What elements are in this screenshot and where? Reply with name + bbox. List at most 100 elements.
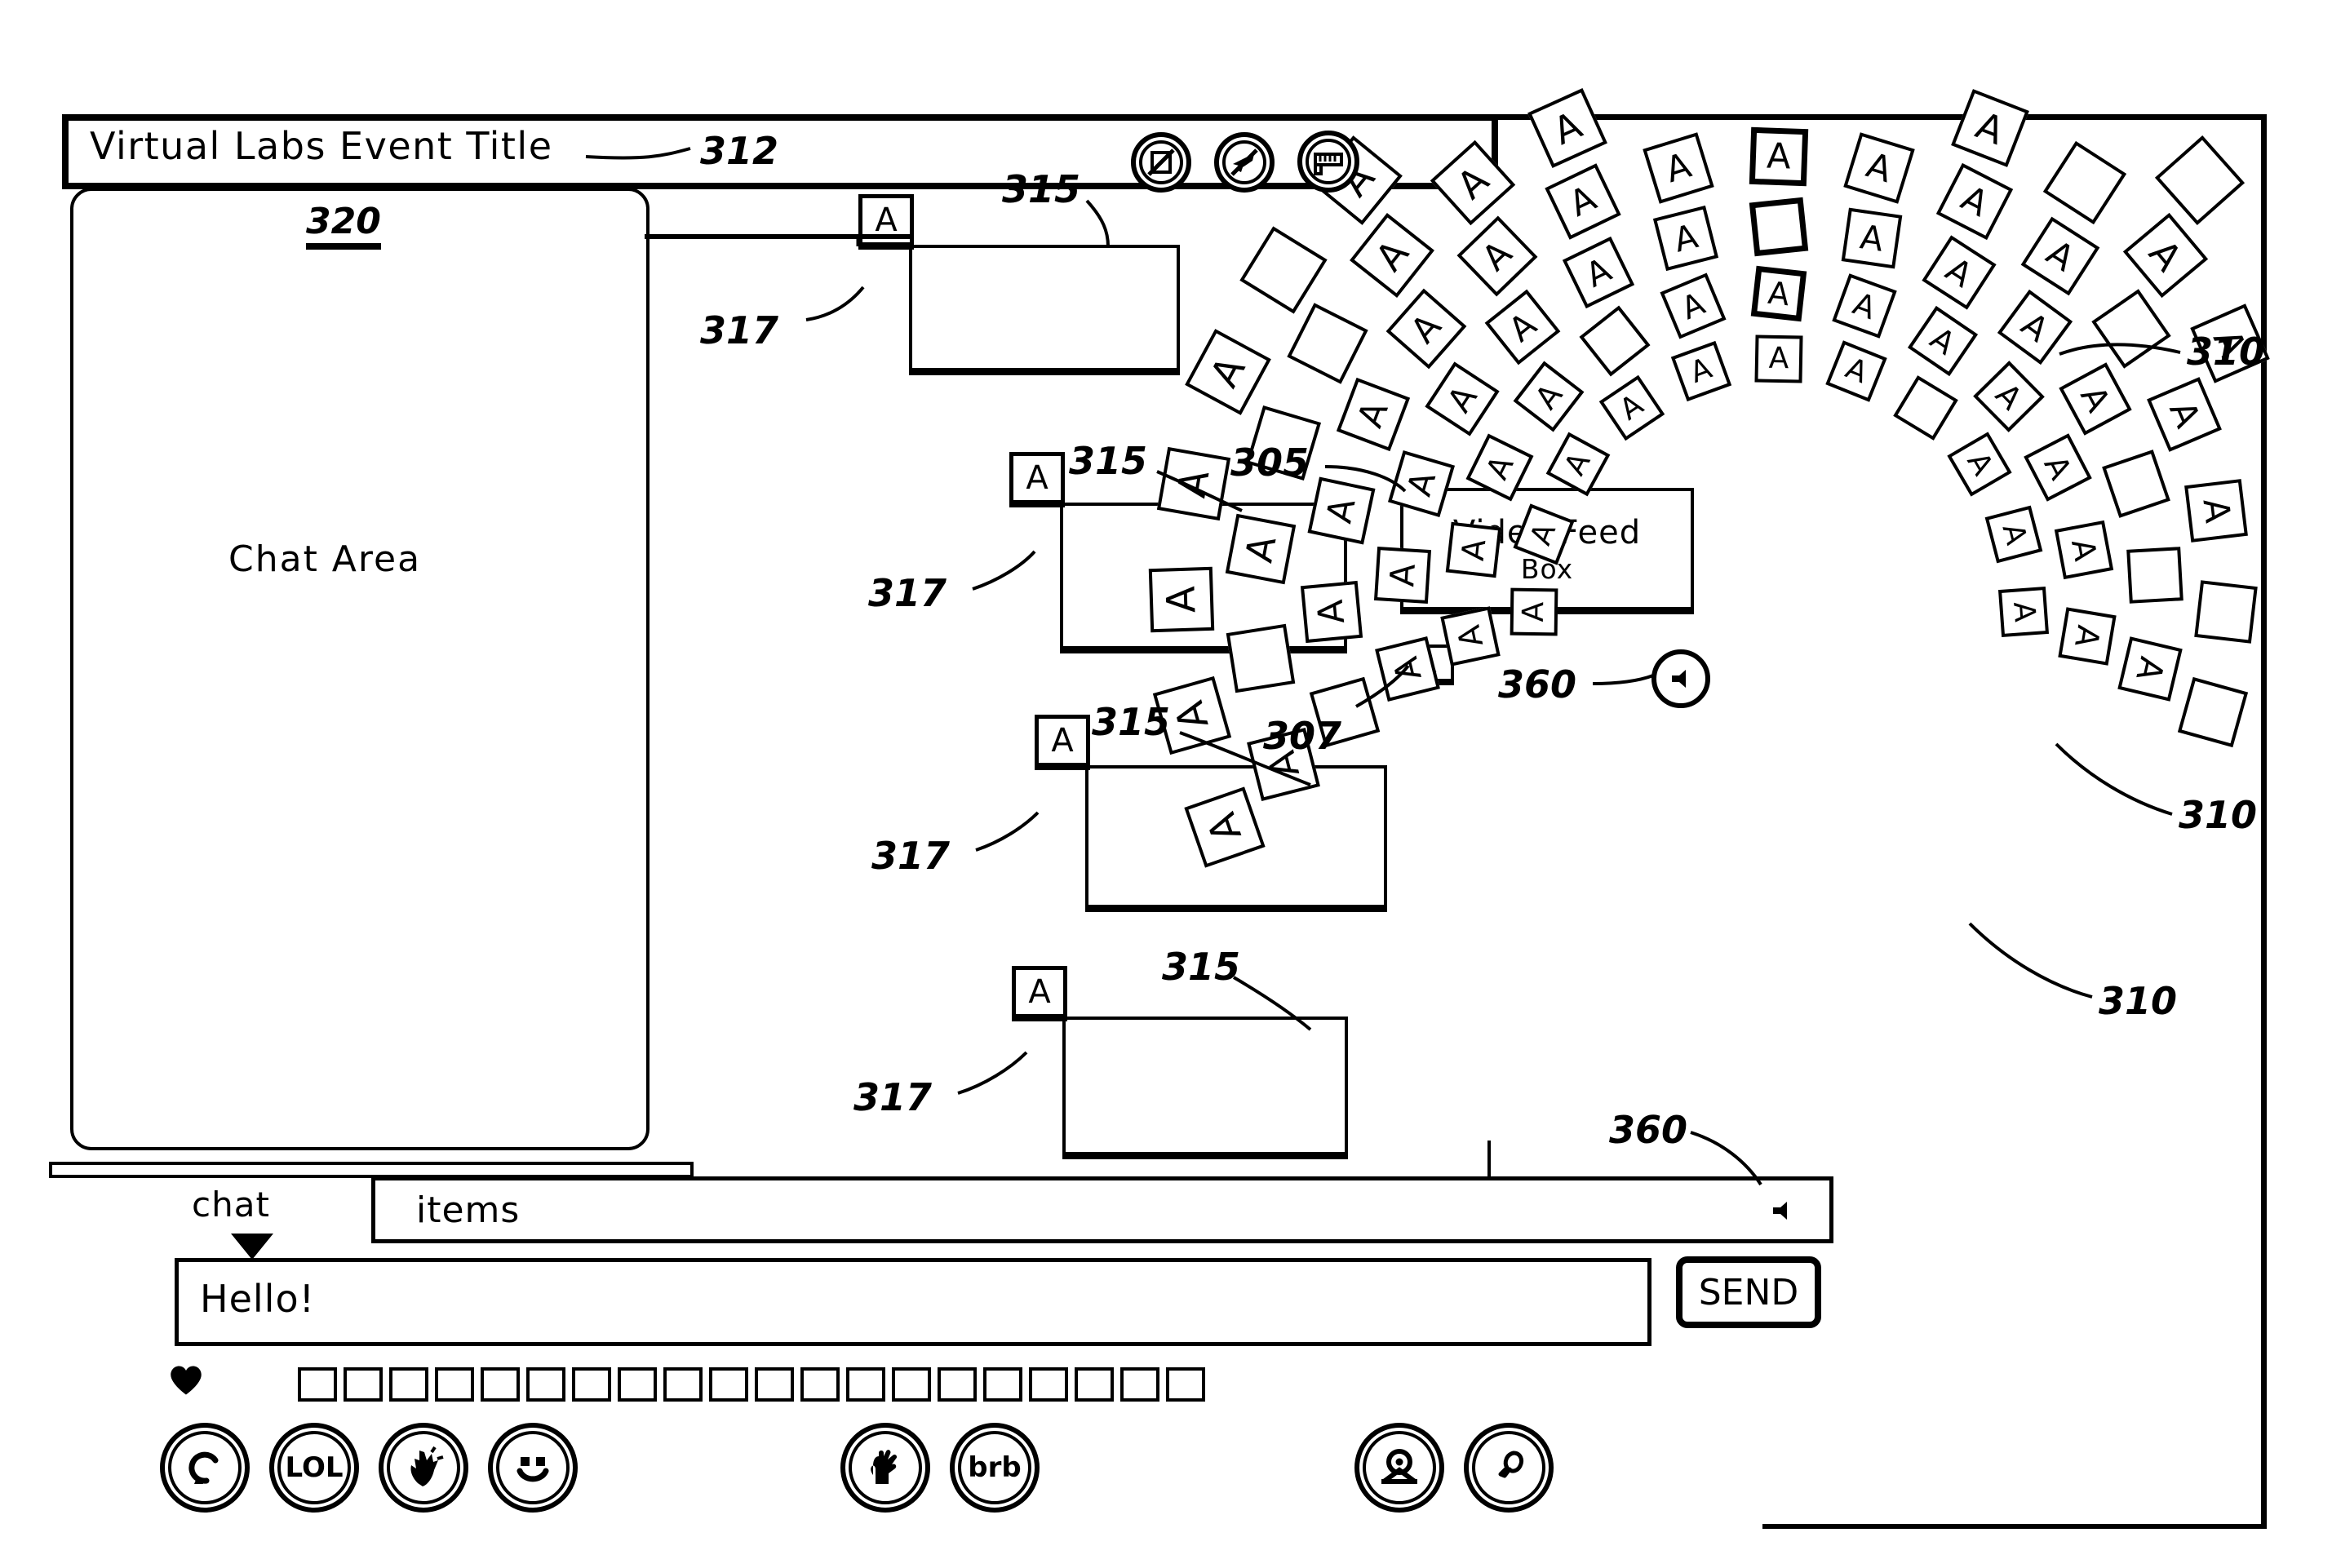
- audience-seat-occupied[interactable]: A: [1510, 588, 1558, 636]
- webcam-button[interactable]: [1354, 1423, 1444, 1513]
- audience-seat-occupied[interactable]: A: [1513, 361, 1585, 432]
- audience-seat-occupied[interactable]: A: [1349, 213, 1434, 299]
- audience-seat-occupied[interactable]: A: [1642, 132, 1714, 204]
- emoji-slot[interactable]: [892, 1367, 931, 1402]
- emoji-slot[interactable]: [1166, 1367, 1205, 1402]
- audience-seat-occupied[interactable]: A: [1148, 566, 1215, 633]
- audience-seat-empty[interactable]: [2177, 676, 2248, 747]
- participant-feed-box-4[interactable]: A: [1012, 966, 1348, 1159]
- audience-seat-occupied[interactable]: A: [1841, 207, 1903, 269]
- chat-scrollbar[interactable]: [49, 1162, 694, 1178]
- lol-button[interactable]: LOL: [269, 1423, 359, 1513]
- audience-seat-occupied[interactable]: A: [1652, 206, 1719, 272]
- emoji-slot[interactable]: [1075, 1367, 1114, 1402]
- participant-avatar-badge[interactable]: A: [1012, 966, 1067, 1021]
- audience-seat-empty[interactable]: [2126, 547, 2183, 605]
- audience-seat-occupied[interactable]: A: [1997, 290, 2073, 365]
- audience-seat-occupied[interactable]: A: [1936, 163, 2014, 241]
- chat-panel[interactable]: [70, 188, 650, 1150]
- audience-seat-occupied[interactable]: A: [1156, 446, 1231, 520]
- audience-seat-occupied[interactable]: A: [1997, 587, 2049, 638]
- emoji-slot[interactable]: [663, 1367, 703, 1402]
- emoji-slot[interactable]: [298, 1367, 337, 1402]
- audience-seat-occupied[interactable]: A: [1922, 235, 1997, 310]
- audience-seat-occupied[interactable]: A: [2058, 607, 2117, 666]
- emoji-slot[interactable]: [938, 1367, 977, 1402]
- audience-seat-occupied[interactable]: A: [1440, 605, 1501, 667]
- audience-seat-occupied[interactable]: A: [1831, 272, 1897, 339]
- emoji-slot[interactable]: [1029, 1367, 1068, 1402]
- audience-seat-occupied[interactable]: A: [1445, 521, 1502, 578]
- audience-seat-occupied[interactable]: A: [1545, 432, 1610, 497]
- audience-seat-occupied[interactable]: A: [1484, 289, 1561, 365]
- chat-dropdown-label[interactable]: chat: [192, 1185, 270, 1225]
- participant-avatar-badge[interactable]: A: [1009, 452, 1065, 507]
- replay-button[interactable]: [160, 1423, 250, 1513]
- emoji-slot-row[interactable]: [298, 1367, 1205, 1402]
- emoji-slot[interactable]: [572, 1367, 611, 1402]
- emoji-slot[interactable]: [800, 1367, 840, 1402]
- audience-seat-occupied[interactable]: A: [2146, 377, 2222, 453]
- audience-seat-occupied[interactable]: A: [1750, 265, 1807, 322]
- audience-seat-empty[interactable]: [2194, 579, 2258, 644]
- audience-seat-occupied[interactable]: A: [1599, 374, 1665, 441]
- emoji-slot[interactable]: [755, 1367, 794, 1402]
- audience-seat-occupied[interactable]: A: [1824, 340, 1887, 403]
- audience-seat-occupied[interactable]: A: [1843, 132, 1916, 204]
- audience-seat-occupied[interactable]: A: [1660, 272, 1727, 339]
- audience-seat-occupied[interactable]: A: [1749, 126, 1809, 187]
- audience-seat-empty[interactable]: [2091, 288, 2171, 369]
- audience-seat-occupied[interactable]: A: [1951, 89, 2030, 168]
- chevron-down-icon[interactable]: [231, 1234, 273, 1260]
- audience-seat-occupied[interactable]: A: [1226, 514, 1297, 585]
- audience-seat-occupied[interactable]: A: [1973, 360, 2046, 432]
- items-bar[interactable]: [371, 1176, 1833, 1243]
- audience-seat-occupied[interactable]: A: [2123, 212, 2209, 299]
- audience-seat-occupied[interactable]: A: [1545, 163, 1621, 241]
- audience-seat-occupied[interactable]: A: [1425, 361, 1500, 437]
- audience-seat-occupied[interactable]: A: [2184, 479, 2248, 543]
- audience-seat-empty[interactable]: [1287, 303, 1369, 384]
- audience-seat-occupied[interactable]: A: [1456, 215, 1538, 297]
- emoji-slot[interactable]: [983, 1367, 1022, 1402]
- emoji-slot[interactable]: [846, 1367, 885, 1402]
- smiley-button[interactable]: [488, 1423, 578, 1513]
- ruler-measure-icon[interactable]: [1297, 131, 1359, 193]
- audience-seat-empty[interactable]: [1749, 197, 1809, 257]
- audience-seat-occupied[interactable]: A: [1671, 341, 1732, 402]
- audience-seat-empty[interactable]: [1226, 623, 1296, 693]
- audience-seat-occupied[interactable]: A: [1374, 547, 1432, 605]
- speaker-icon-stage[interactable]: [1651, 649, 1710, 708]
- audience-seat-empty[interactable]: [2154, 135, 2245, 225]
- emoji-slot[interactable]: [618, 1367, 657, 1402]
- emoji-slot[interactable]: [709, 1367, 748, 1402]
- emoji-slot[interactable]: [435, 1367, 474, 1402]
- audience-seat-occupied[interactable]: A: [2117, 636, 2183, 702]
- audience-seat-empty[interactable]: [2102, 449, 2170, 518]
- applause-button[interactable]: [379, 1423, 468, 1513]
- brb-button[interactable]: brb: [950, 1423, 1040, 1513]
- audience-seat-occupied[interactable]: A: [1527, 88, 1607, 169]
- audience-seat-occupied[interactable]: A: [1385, 288, 1467, 370]
- emoji-slot[interactable]: [1120, 1367, 1159, 1402]
- audience-seat-empty[interactable]: [2042, 140, 2127, 224]
- audience-seat-occupied[interactable]: A: [1307, 476, 1376, 545]
- emoji-slot[interactable]: [481, 1367, 520, 1402]
- emoji-slot[interactable]: [389, 1367, 428, 1402]
- send-button[interactable]: SEND: [1676, 1256, 1821, 1328]
- microphone-button[interactable]: [1464, 1423, 1554, 1513]
- participant-avatar-badge[interactable]: A: [858, 194, 914, 250]
- no-recording-icon[interactable]: [1131, 132, 1191, 193]
- emoji-slot[interactable]: [526, 1367, 565, 1402]
- audience-seat-occupied[interactable]: A: [1185, 329, 1272, 416]
- audience-seat-occupied[interactable]: A: [2059, 362, 2132, 436]
- raise-hand-button[interactable]: [840, 1423, 930, 1513]
- audience-seat-empty[interactable]: [1579, 305, 1651, 377]
- participant-feed-box-1[interactable]: A: [858, 194, 1180, 375]
- no-airplane-icon[interactable]: [1214, 132, 1275, 193]
- audience-seat-occupied[interactable]: A: [1947, 432, 2013, 497]
- audience-seat-occupied[interactable]: A: [1754, 334, 1803, 383]
- audience-seat-occupied[interactable]: A: [1984, 505, 2043, 564]
- audience-seat-occupied[interactable]: A: [1300, 580, 1363, 643]
- audience-seat-occupied[interactable]: A: [2055, 520, 2114, 580]
